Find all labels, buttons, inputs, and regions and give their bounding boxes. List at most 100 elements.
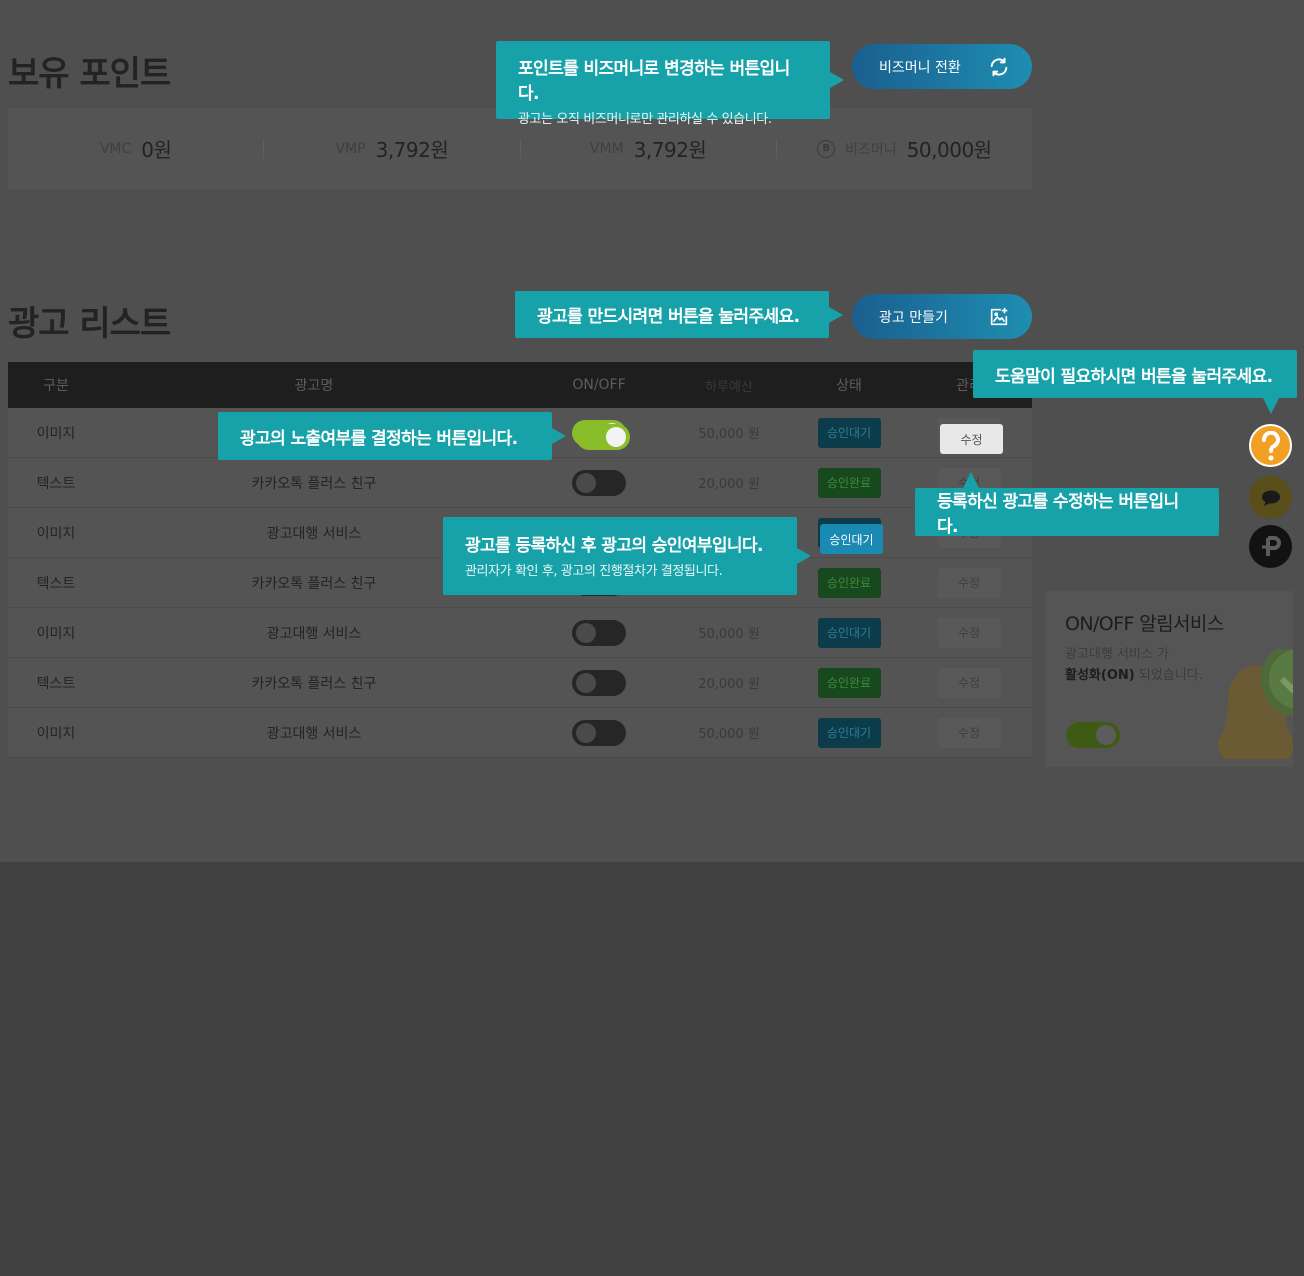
ad-status-cell: 승인대기 [784, 717, 914, 748]
tooltip-edit: 등록하신 광고를 수정하는 버튼입니다. [915, 472, 1219, 537]
point-value: 50,000원 [906, 138, 992, 162]
ad-status-cell: 승인대기 [784, 617, 914, 648]
toggle-knob [576, 722, 596, 743]
notify-toggle[interactable] [1066, 722, 1120, 748]
ad-type: 텍스트 [36, 475, 76, 492]
bell-icon [1217, 649, 1293, 759]
create-ad-button[interactable]: 광고 만들기 [852, 294, 1032, 339]
ad-type: 이미지 [36, 625, 76, 642]
point-label: 비즈머니 [845, 141, 897, 158]
point-label: VMP [335, 140, 366, 157]
point-label: VMC [99, 140, 132, 157]
tooltip-desc: 관리자가 확인 후, 광고의 진행절차가 결정됩니다. [465, 564, 723, 579]
column-header: ON/OFF [572, 377, 626, 393]
chat-button[interactable] [1249, 476, 1292, 519]
notify-message-status: 활성화(ON) 되었습니다. [1065, 664, 1203, 683]
tooltip-title: 포인트를 비즈머니로 변경하는 버튼입니다. [518, 59, 790, 104]
tooltip-title: 광고를 등록하신 후 광고의 승인여부입니다. [465, 536, 763, 556]
add-image-icon [990, 307, 1008, 325]
ad-status-cell: 승인완료 [784, 667, 914, 698]
point-button[interactable] [1249, 525, 1292, 568]
edit-button[interactable]: 수정 [937, 717, 1001, 748]
ad-status-cell: 승인완료 [784, 467, 914, 498]
tooltip-help: 도움말이 필요하시면 버튼을 눌러주세요. [973, 350, 1297, 414]
notify-message: 광고대행 서비스 가 [1065, 647, 1169, 662]
ad-status-cell: 승인완료 [784, 567, 914, 598]
table-row: 텍스트카카오톡 플러스 친구20,000 원승인완료수정 [8, 458, 1032, 508]
point-value: 3,792원 [633, 138, 707, 162]
ad-type: 텍스트 [36, 575, 76, 592]
tooltip-desc: 광고는 오직 비즈머니로만 관리하실 수 있습니다. [518, 112, 772, 127]
tooltip-toggle: 광고의 노출여부를 결정하는 버튼입니다. [218, 412, 566, 460]
edit-button[interactable]: 수정 [937, 667, 1001, 698]
chat-icon [1261, 490, 1280, 506]
toggle-knob [576, 672, 596, 693]
point-value: 3,792원 [375, 138, 449, 162]
ad-action-cell: 수정 [914, 617, 1024, 648]
ad-name: 광고대행 서비스 [266, 725, 362, 742]
ad-name: 광고대행 서비스 [266, 625, 362, 642]
column-header: 구분 [43, 378, 69, 394]
p-logo-icon [1261, 535, 1281, 556]
ad-toggle-cell [524, 469, 674, 496]
ad-status-cell: 승인대기 [784, 417, 914, 448]
notify-status-bold: 활성화(ON) [1065, 668, 1135, 683]
ad-name: 카카오톡 플러스 친구 [251, 475, 377, 492]
ad-action-cell: 수정 [914, 717, 1024, 748]
status-badge: 승인완료 [817, 467, 881, 498]
ad-budget: 50,000 원 [698, 727, 760, 742]
ad-visibility-toggle[interactable] [572, 719, 626, 746]
toggle-knob [576, 472, 596, 493]
table-row: 텍스트 카카오톡 플러스 친구 20,000 원 승인완료 수정 [8, 658, 1032, 708]
edit-button-highlight[interactable]: 수정 [940, 424, 1003, 454]
ad-type: 텍스트 [36, 675, 76, 692]
ad-budget: 20,000 원 [698, 677, 760, 692]
ad-toggle-cell [524, 619, 674, 646]
status-badge: 승인대기 [817, 617, 881, 648]
refresh-icon [990, 57, 1008, 76]
ad-type: 이미지 [36, 725, 76, 742]
ad-budget: 50,000 원 [698, 627, 760, 642]
column-header: 하루예산 [705, 379, 753, 395]
ad-action-cell: 수정 [914, 567, 1024, 598]
edit-button[interactable]: 수정 [937, 567, 1001, 598]
table-row: 이미지 광고대행 서비스 50,000 원 승인대기 수정 [8, 708, 1032, 758]
tooltip-convert: 포인트를 비즈머니로 변경하는 버튼입니다. 광고는 오직 비즈머니로만 관리하… [496, 41, 844, 127]
notify-status-rest: 되었습니다. [1134, 668, 1203, 683]
edit-button[interactable]: 수정 [937, 617, 1001, 648]
column-header: 광고명 [294, 378, 334, 394]
convert-button-label: 비즈머니 전환 [879, 59, 961, 76]
convert-bizmoney-button[interactable]: 비즈머니 전환 [852, 44, 1032, 89]
notify-title: ON/OFF 알림서비스 [1065, 613, 1224, 635]
toggle-knob [576, 622, 596, 643]
tooltip-title: 도움말이 필요하시면 버튼을 눌러주세요. [995, 366, 1273, 387]
table-header: 구분 광고명 ON/OFF 하루예산 상태 관리 [8, 362, 1032, 408]
notify-card: ON/OFF 알림서비스 광고대행 서비스 가 활성화(ON) 되었습니다. [1046, 591, 1293, 767]
point-vmc: VMC 0원 [8, 138, 265, 162]
ad-action-cell: 수정 [914, 667, 1024, 698]
ad-toggle-cell [524, 669, 674, 696]
points-title: 보유 포인트 [8, 54, 171, 94]
tooltip-title: 광고의 노출여부를 결정하는 버튼입니다. [240, 428, 518, 449]
ad-visibility-toggle[interactable] [572, 669, 626, 696]
ad-visibility-toggle-highlight[interactable] [576, 424, 630, 450]
point-label: VMM [589, 140, 624, 157]
point-bizmoney: B 비즈머니 50,000원 [777, 138, 1032, 162]
ad-name: 카카오톡 플러스 친구 [251, 675, 377, 692]
tooltip-title: 등록하신 광고를 수정하는 버튼입니다. [937, 492, 1179, 537]
status-badge-highlight: 승인대기 [820, 524, 883, 554]
tooltip-status: 광고를 등록하신 후 광고의 승인여부입니다. 관리자가 확인 후, 광고의 진… [443, 517, 811, 595]
tooltip-create: 광고를 만드시려면 버튼을 눌러주세요. [515, 291, 843, 338]
ad-toggle-cell [524, 719, 674, 746]
question-icon [1261, 430, 1280, 460]
column-header: 상태 [836, 378, 862, 394]
status-badge: 승인대기 [817, 417, 881, 448]
ad-visibility-toggle[interactable] [572, 469, 626, 496]
coin-icon: B [817, 139, 836, 158]
ad-budget: 50,000 원 [698, 427, 760, 442]
ads-title: 광고 리스트 [8, 304, 171, 344]
help-button[interactable] [1249, 424, 1292, 467]
point-value: 0원 [141, 138, 172, 162]
status-badge: 승인완료 [817, 667, 881, 698]
ad-visibility-toggle[interactable] [572, 619, 626, 646]
